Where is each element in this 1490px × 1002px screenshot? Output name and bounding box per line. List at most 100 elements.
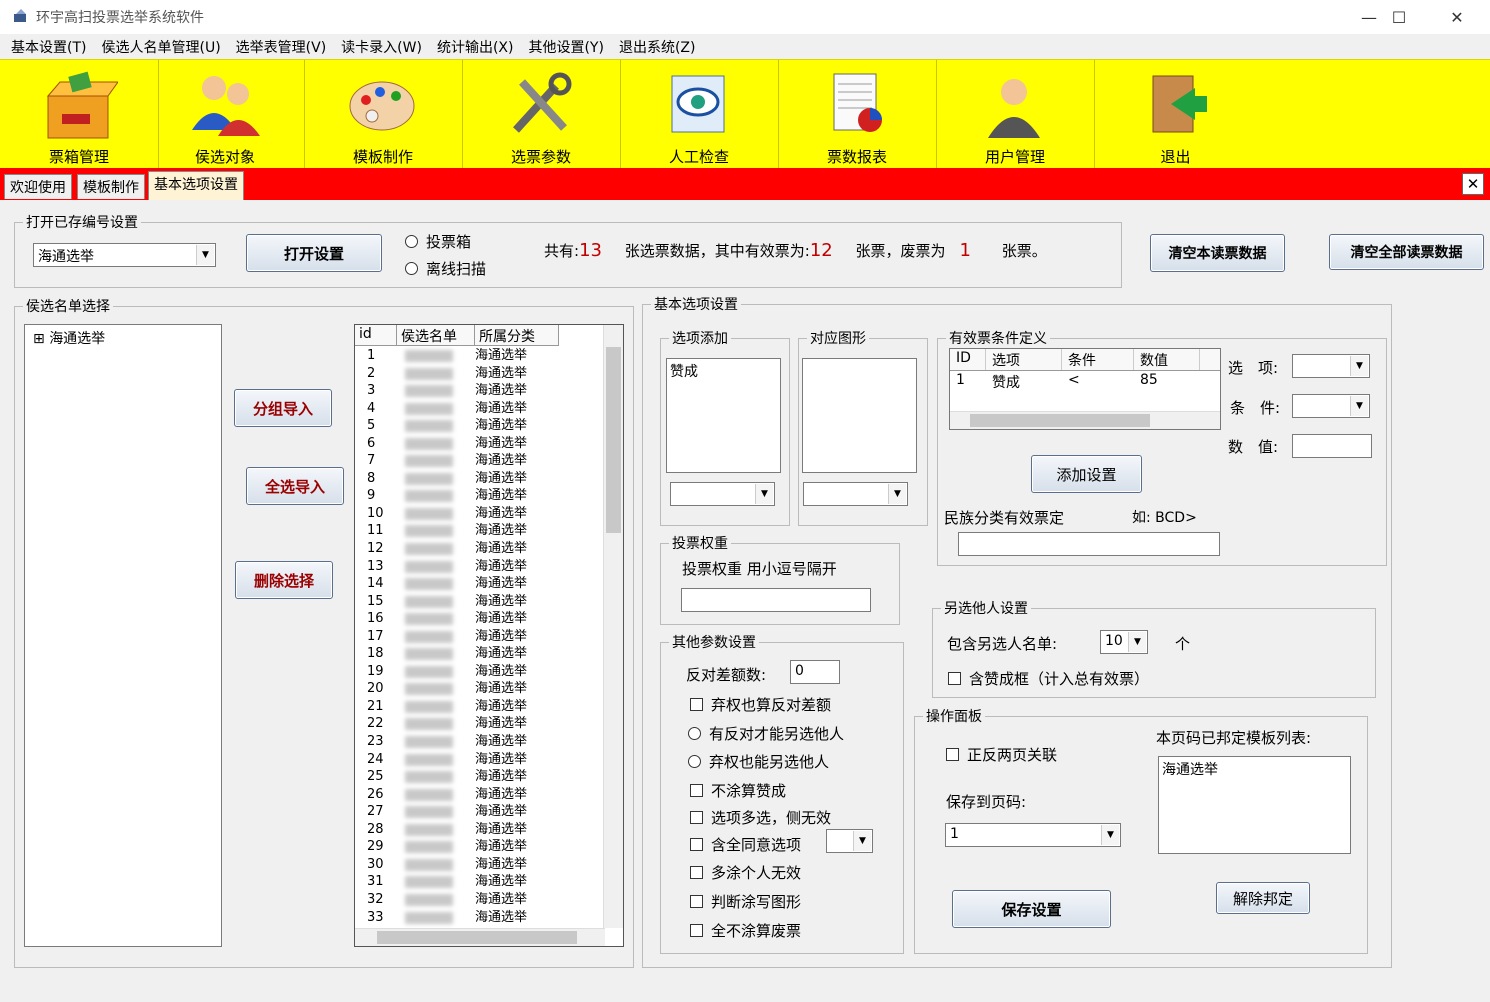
- table-row[interactable]: 18 海通选举: [355, 645, 603, 663]
- table-row[interactable]: 6 海通选举: [355, 435, 603, 453]
- include-approve-checkbox[interactable]: 含赞成框（计入总有效票）: [948, 668, 1149, 689]
- weight-input[interactable]: [681, 588, 871, 612]
- table-row[interactable]: 20 海通选举: [355, 680, 603, 698]
- candidate-table[interactable]: id 侯选名单 所属分类 1 海通选举 2 海通选举 3 海通选举 4 海通选举 5 海通选举 6 海…: [354, 324, 624, 947]
- table-row[interactable]: 5 海通选举: [355, 417, 603, 435]
- horizontal-scrollbar[interactable]: [355, 928, 605, 946]
- horizontal-scrollbar[interactable]: [950, 411, 1220, 429]
- list-item[interactable]: 赞成: [667, 359, 780, 383]
- tab-welcome[interactable]: 欢迎使用: [4, 174, 72, 199]
- all-agree-select[interactable]: ▼: [826, 829, 873, 853]
- column-header[interactable]: ID: [950, 349, 986, 370]
- all-agree-checkbox[interactable]: 含全同意选项: [690, 834, 801, 855]
- toolbar-ballot-params[interactable]: 选票参数: [462, 60, 621, 168]
- table-row[interactable]: 32 海通选举: [355, 891, 603, 909]
- table-row[interactable]: 15 海通选举: [355, 593, 603, 611]
- tree-item[interactable]: ⊞ 海通选举: [33, 328, 105, 348]
- multi-mark-invalid-checkbox[interactable]: 多涂个人无效: [690, 862, 801, 883]
- column-header[interactable]: 条件: [1062, 349, 1134, 370]
- save-page-select[interactable]: 1 ▼: [945, 823, 1121, 847]
- table-row[interactable]: 3 海通选举: [355, 382, 603, 400]
- radio-offline-scan[interactable]: 离线扫描: [405, 258, 486, 279]
- table-row[interactable]: 22 海通选举: [355, 715, 603, 733]
- blank-approve-checkbox[interactable]: 不涂算赞成: [690, 780, 786, 801]
- toolbar-candidates[interactable]: 侯选对象: [146, 60, 305, 168]
- table-row[interactable]: 23 海通选举: [355, 733, 603, 751]
- table-row[interactable]: 10 海通选举: [355, 505, 603, 523]
- column-header[interactable]: id: [355, 325, 397, 346]
- scroll-thumb[interactable]: [606, 347, 621, 533]
- column-header[interactable]: 数值: [1134, 349, 1200, 370]
- toolbar-template[interactable]: 模板制作: [304, 60, 463, 168]
- menu-candidate-list[interactable]: 侯选人名单管理(U): [96, 37, 230, 57]
- clear-all-button[interactable]: 清空全部读票数据: [1329, 234, 1484, 270]
- shape-list[interactable]: [802, 358, 917, 473]
- table-row[interactable]: 29 海通选举: [355, 838, 603, 856]
- table-row[interactable]: 1 海通选举: [355, 347, 603, 365]
- table-row[interactable]: 7 海通选举: [355, 452, 603, 470]
- menu-statistics[interactable]: 统计输出(X): [432, 37, 524, 57]
- table-row[interactable]: 13 海通选举: [355, 558, 603, 576]
- table-row[interactable]: 14 海通选举: [355, 575, 603, 593]
- select-all-import-button[interactable]: 全选导入: [246, 467, 344, 505]
- abstain-alt-radio[interactable]: 弃权也能另选他人: [688, 751, 829, 772]
- toolbar-ballot-box[interactable]: 票箱管理: [0, 60, 159, 168]
- against-input[interactable]: 0: [790, 660, 840, 684]
- delete-selection-button[interactable]: 删除选择: [235, 561, 333, 599]
- column-header[interactable]: 侯选名单: [397, 325, 475, 346]
- against-alt-radio[interactable]: 有反对才能另选他人: [688, 723, 844, 744]
- condition-select[interactable]: ▼: [1292, 394, 1370, 418]
- all-blank-invalid-checkbox[interactable]: 全不涂算废票: [690, 920, 801, 941]
- table-row[interactable]: 33 海通选举: [355, 909, 603, 927]
- add-setting-button[interactable]: 添加设置: [1031, 455, 1142, 493]
- candidate-tree[interactable]: ⊞ 海通选举: [24, 324, 222, 947]
- column-header[interactable]: 选项: [986, 349, 1062, 370]
- shape-select[interactable]: ▼: [803, 482, 908, 506]
- judge-shape-checkbox[interactable]: 判断涂写图形: [690, 891, 801, 912]
- expand-icon[interactable]: ⊞: [33, 331, 45, 347]
- table-row[interactable]: 17 海通选举: [355, 628, 603, 646]
- valid-ticket-table[interactable]: ID 选项 条件 数值 1 赞成 < 85: [949, 348, 1221, 430]
- column-header[interactable]: 所属分类: [475, 325, 559, 346]
- radio-ballot-box[interactable]: 投票箱: [405, 231, 471, 252]
- tab-template[interactable]: 模板制作: [77, 174, 145, 199]
- table-row[interactable]: 8 海通选举: [355, 470, 603, 488]
- table-row[interactable]: 2 海通选举: [355, 365, 603, 383]
- close-tab-icon[interactable]: ✕: [1462, 173, 1484, 195]
- settings-select[interactable]: 海通选举 ▼: [33, 243, 216, 267]
- menu-basic-settings[interactable]: 基本设置(T): [6, 37, 96, 57]
- alt-count-select[interactable]: 10 ▼: [1100, 630, 1148, 654]
- clear-this-button[interactable]: 清空本读票数据: [1150, 234, 1285, 272]
- menu-ballot-management[interactable]: 选举表管理(V): [231, 37, 337, 57]
- front-back-link-checkbox[interactable]: 正反两页关联: [946, 744, 1057, 765]
- table-row[interactable]: 24 海通选举: [355, 751, 603, 769]
- table-row[interactable]: 25 海通选举: [355, 768, 603, 786]
- table-row[interactable]: 27 海通选举: [355, 803, 603, 821]
- maximize-button[interactable]: ☐: [1370, 0, 1428, 34]
- scroll-thumb[interactable]: [377, 931, 577, 944]
- bound-template-list[interactable]: 海通选举: [1158, 756, 1351, 854]
- option-list[interactable]: 赞成: [666, 358, 781, 473]
- toolbar-user-management[interactable]: 用户管理: [936, 60, 1095, 168]
- unbind-button[interactable]: 解除邦定: [1216, 882, 1310, 914]
- list-item[interactable]: 海通选举: [1159, 757, 1350, 781]
- tab-basic-options[interactable]: 基本选项设置: [148, 171, 244, 200]
- table-row[interactable]: 11 海通选举: [355, 522, 603, 540]
- option-select[interactable]: ▼: [670, 482, 775, 506]
- menu-exit[interactable]: 退出系统(Z): [614, 37, 706, 57]
- open-settings-button[interactable]: 打开设置: [246, 234, 382, 272]
- ethnic-input[interactable]: [958, 532, 1220, 556]
- menu-other-settings[interactable]: 其他设置(Y): [523, 37, 613, 57]
- abstain-against-checkbox[interactable]: 弃权也算反对差额: [690, 694, 831, 715]
- table-row[interactable]: 1 赞成 < 85: [950, 371, 1220, 392]
- condition-option-select[interactable]: ▼: [1292, 354, 1370, 378]
- table-row[interactable]: 9 海通选举: [355, 487, 603, 505]
- scroll-thumb[interactable]: [970, 414, 1150, 427]
- table-row[interactable]: 19 海通选举: [355, 663, 603, 681]
- vertical-scrollbar[interactable]: [603, 325, 623, 928]
- table-row[interactable]: 16 海通选举: [355, 610, 603, 628]
- table-row[interactable]: 31 海通选举: [355, 873, 603, 891]
- toolbar-exit[interactable]: 退出: [1096, 60, 1255, 168]
- value-input[interactable]: [1292, 434, 1372, 458]
- table-row[interactable]: 21 海通选举: [355, 698, 603, 716]
